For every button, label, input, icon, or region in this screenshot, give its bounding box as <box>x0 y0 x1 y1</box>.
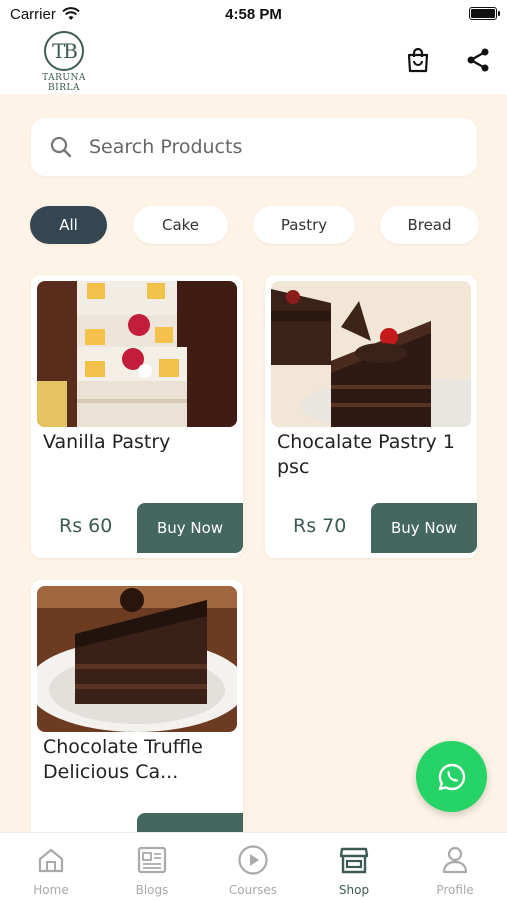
blogs-icon <box>112 843 192 877</box>
nav-item-blogs[interactable]: Blogs <box>112 843 192 897</box>
product-title: Vanilla Pastry <box>43 431 171 453</box>
product-title: Chocalate Pastry 1 psc <box>277 431 455 478</box>
buy-now-button[interactable]: Buy Now <box>371 503 477 553</box>
nav-item-home[interactable]: Home <box>11 843 91 897</box>
search-bar[interactable] <box>31 118 477 176</box>
product-card[interactable]: Chocolate Truffle Delicious Ca... <box>31 580 243 863</box>
nav-label: Shop <box>338 883 370 897</box>
logo-text: TARUNA BIRLA <box>42 73 86 93</box>
search-input[interactable] <box>89 136 429 158</box>
whatsapp-button[interactable] <box>416 741 487 812</box>
category-chip-bread[interactable]: Bread <box>380 206 479 244</box>
app-header: TB TARUNA BIRLA <box>0 28 507 94</box>
shop-icon <box>314 843 394 877</box>
battery-icon <box>469 7 500 20</box>
category-chip-all[interactable]: All <box>30 206 107 244</box>
carrier-label: Carrier <box>10 5 56 23</box>
profile-icon <box>415 843 495 877</box>
nav-item-courses[interactable]: Courses <box>213 843 293 897</box>
nav-label: Blogs <box>135 883 169 897</box>
nav-item-profile[interactable]: Profile <box>415 843 495 897</box>
product-card[interactable]: Vanilla Pastry Rs 60 Buy Now <box>31 275 243 558</box>
nav-label: Courses <box>228 883 278 897</box>
shopping-bag-icon[interactable] <box>404 46 432 74</box>
nav-item-shop[interactable]: Shop <box>314 843 394 897</box>
whatsapp-icon <box>438 763 465 790</box>
logo-monogram: TB <box>44 31 84 71</box>
status-bar: Carrier 4:58 PM <box>0 0 507 28</box>
play-icon <box>213 843 293 877</box>
product-image[interactable] <box>37 281 237 427</box>
product-image[interactable] <box>271 281 471 427</box>
status-left: Carrier <box>10 6 80 23</box>
product-image[interactable] <box>37 586 237 732</box>
search-icon <box>50 136 72 158</box>
product-title: Chocolate Truffle Delicious Ca... <box>43 736 203 783</box>
share-icon[interactable] <box>464 46 492 74</box>
nav-label: Home <box>33 883 69 897</box>
nav-label: Profile <box>436 883 474 897</box>
wifi-icon <box>62 7 80 20</box>
brand-logo[interactable]: TB TARUNA BIRLA <box>26 31 102 93</box>
buy-now-button[interactable]: Buy Now <box>137 503 243 553</box>
category-chip-pastry[interactable]: Pastry <box>253 206 355 244</box>
home-icon <box>11 843 91 877</box>
product-card[interactable]: Chocalate Pastry 1 psc Rs 70 Buy Now <box>265 275 477 558</box>
bottom-navigation: Home Blogs Courses Shop Profile <box>0 832 507 900</box>
product-price: Rs 60 <box>59 515 113 537</box>
product-price: Rs 70 <box>293 515 347 537</box>
category-chip-cake[interactable]: Cake <box>133 206 228 244</box>
